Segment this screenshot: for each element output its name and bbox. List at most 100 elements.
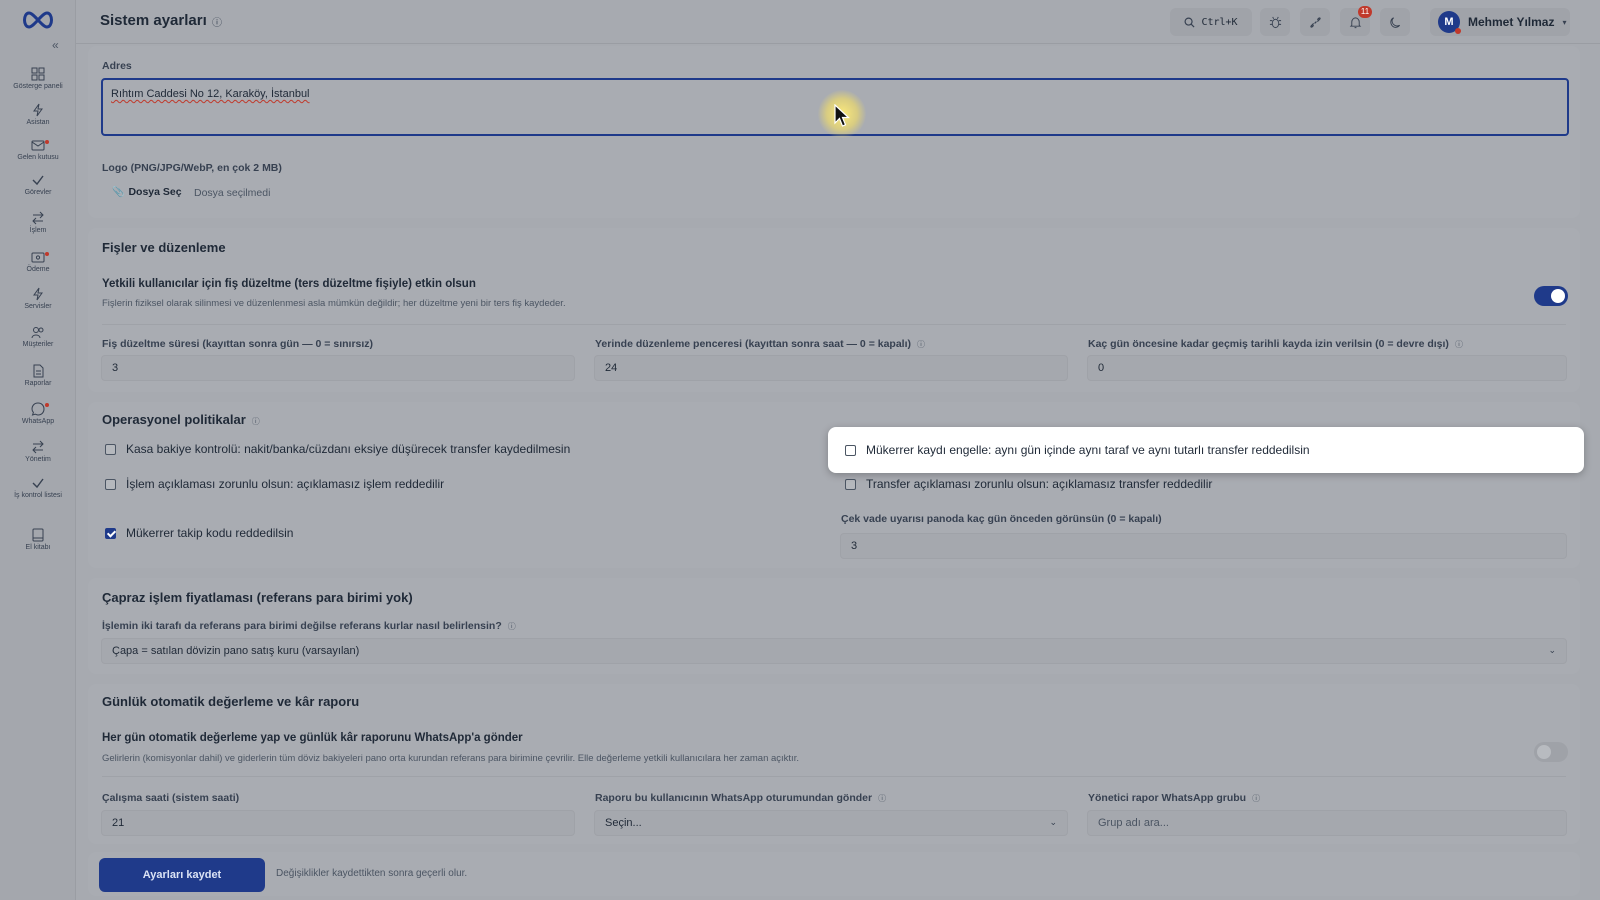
avatar: M [1438, 11, 1461, 34]
sidebar-item-transaction[interactable]: İşlem [0, 211, 76, 234]
receipt-correction-toggle[interactable] [1534, 286, 1568, 306]
infinity-logo-icon[interactable] [20, 10, 56, 30]
duplicate-tracking-check-row[interactable]: Mükerrer takip kodu reddedilsin [105, 526, 293, 540]
unread-dot [45, 140, 49, 144]
divider [102, 776, 1566, 777]
cross-pricing-select[interactable]: Çapa = satılan dövizin pano satış kuru (… [101, 638, 1567, 664]
edit-window-input[interactable]: 24 [594, 355, 1068, 381]
sidebar-item-management[interactable]: Yönetim [0, 440, 76, 463]
info-icon[interactable]: ⓘ [878, 794, 886, 803]
daily-report-toggle-title: Her gün otomatik değerleme yap ve günlük… [102, 732, 523, 744]
toggle-knob [1551, 289, 1565, 303]
cross-pricing-card: Çapraz işlem fiyatlaması (referans para … [88, 578, 1580, 674]
user-menu[interactable]: M Mehmet Yılmaz ▾ [1430, 8, 1570, 36]
correction-period-label: Fiş düzeltme süresi (kayıttan sonra gün … [102, 338, 374, 350]
receipts-card: Fişler ve düzenleme Yetkili kullanıcılar… [88, 228, 1580, 392]
debug-button[interactable] [1260, 8, 1290, 36]
transfer-note-checkbox[interactable] [845, 478, 856, 490]
sidebar-item-whatsapp[interactable]: WhatsApp [0, 402, 76, 425]
group-label-text: Yönetici rapor WhatsApp grubu [1088, 792, 1247, 804]
address-label: Adres [102, 60, 132, 72]
save-settings-button[interactable]: Ayarları kaydet [99, 858, 265, 892]
sidebar-item-reports[interactable]: Raporlar [0, 364, 76, 387]
group-search-input[interactable]: Grup adı ara... [1087, 810, 1567, 836]
sidebar-item-payment[interactable]: Ödeme [0, 250, 76, 273]
info-icon[interactable]: ⓘ [508, 622, 516, 631]
edit-window-value: 24 [605, 362, 618, 374]
notifications-button[interactable]: 11 [1340, 6, 1372, 36]
checkbox-label: Mükerrer kaydı engelle: aynı gün içinde … [866, 443, 1310, 457]
bolt-icon [33, 103, 43, 117]
cross-pricing-question: İşlemin iki tarafı da referans para biri… [102, 620, 516, 632]
status-dot [45, 252, 49, 256]
cheque-warning-input[interactable]: 3 [840, 533, 1567, 559]
run-hour-value: 21 [112, 817, 125, 829]
status-dot [45, 403, 49, 407]
users-icon [31, 327, 44, 339]
top-header: Sistem ayarları ⓘ Ctrl+K 11 M Mehmet Yıl… [76, 0, 1600, 44]
check-icon [32, 478, 44, 489]
sidebar-item-label: Yönetim [25, 456, 51, 463]
group-label: Yönetici rapor WhatsApp grubu ⓘ [1088, 792, 1260, 804]
sidebar-item-checklist[interactable]: İş kontrol listesi [0, 476, 76, 499]
sender-label-text: Raporu bu kullanıcının WhatsApp oturumun… [595, 792, 873, 804]
daily-report-description: Gelirlerin (komisyonlar dahil) ve giderl… [102, 753, 799, 764]
command-search-button[interactable]: Ctrl+K [1170, 8, 1252, 36]
cash-balance-check-row[interactable]: Kasa bakiye kontrolü: nakit/banka/cüzdan… [105, 442, 570, 456]
transaction-note-checkbox[interactable] [105, 478, 116, 490]
link-button[interactable] [1300, 8, 1330, 36]
transfer-note-check-row[interactable]: Transfer açıklaması zorunlu olsun: açıkl… [845, 477, 1212, 491]
sidebar-item-label: Asistan [26, 119, 50, 126]
grid-icon [31, 67, 45, 81]
duplicate-tracking-checkbox[interactable] [105, 527, 116, 539]
moon-icon [1389, 16, 1400, 28]
cheque-warning-value: 3 [851, 540, 858, 552]
cash-balance-checkbox[interactable] [105, 443, 116, 455]
info-icon[interactable]: ⓘ [1252, 794, 1260, 803]
section-title: Günlük otomatik değerleme ve kâr raporu [102, 694, 360, 709]
info-icon[interactable]: ⓘ [212, 14, 222, 29]
sidebar-item-assistant[interactable]: Asistan [0, 103, 76, 126]
sidebar-item-label: Gelen kutusu [17, 154, 59, 161]
sidebar-item-label: Ödeme [26, 266, 50, 273]
search-icon [1184, 17, 1195, 28]
sidebar-item-label: İş kontrol listesi [14, 492, 62, 499]
info-icon[interactable]: ⓘ [252, 417, 260, 426]
sidebar-item-services[interactable]: Servisler [0, 287, 76, 310]
checkbox-label: Mükerrer takip kodu reddedilsin [126, 526, 294, 540]
run-hour-input[interactable]: 21 [101, 810, 575, 836]
backdate-value: 0 [1098, 362, 1105, 374]
backdate-input[interactable]: 0 [1087, 355, 1567, 381]
theme-toggle-button[interactable] [1380, 8, 1410, 36]
info-icon[interactable]: ⓘ [917, 340, 925, 349]
bug-icon [1269, 16, 1281, 28]
daily-report-toggle[interactable] [1534, 742, 1568, 762]
sidebar-item-handbook[interactable]: El kitabı [0, 528, 76, 551]
sidebar-item-dashboard[interactable]: Gösterge paneli [0, 67, 76, 90]
sidebar-item-tasks[interactable]: Görevler [0, 173, 76, 196]
sender-select[interactable]: Seçin... ⌄ [594, 810, 1068, 836]
link-icon [1309, 16, 1321, 28]
edit-window-label: Yerinde düzenleme penceresi (kayıttan so… [595, 338, 925, 350]
cross-pricing-selected: Çapa = satılan dövizin pano satış kuru (… [112, 645, 360, 657]
duplicate-record-check-row[interactable]: Mükerrer kaydı engelle: aynı gün içinde … [845, 443, 1310, 457]
backdate-label-text: Kaç gün öncesine kadar geçmiş tarihli ka… [1088, 338, 1449, 350]
address-value: Rıhtım Caddesi No 12, Karaköy, İstanbul [111, 88, 310, 100]
avatar-initial: M [1444, 16, 1454, 28]
cheque-warning-label: Çek vade uyarısı panoda kaç gün önceden … [841, 513, 1162, 525]
transaction-note-check-row[interactable]: İşlem açıklaması zorunlu olsun: açıklama… [105, 477, 444, 491]
sidebar-item-label: Görevler [24, 189, 52, 196]
correction-period-input[interactable]: 3 [101, 355, 575, 381]
save-bar: Ayarları kaydet Değişiklikler kaydettikt… [88, 852, 1580, 896]
sidebar-item-label: WhatsApp [21, 418, 55, 425]
chevron-down-icon: ⌄ [1548, 645, 1556, 655]
info-icon[interactable]: ⓘ [1455, 340, 1463, 349]
section-title: Operasyonel politikalar ⓘ [102, 412, 260, 427]
sidebar-item-inbox[interactable]: Gelen kutusu [0, 138, 76, 161]
bolt-icon [33, 287, 43, 301]
collapse-sidebar-icon[interactable]: « [52, 38, 59, 52]
duplicate-record-checkbox[interactable] [845, 444, 856, 456]
sidebar-item-customers[interactable]: Müşteriler [0, 325, 76, 348]
choose-file-button[interactable]: 📎 Dosya Seç [112, 186, 182, 198]
run-hour-label: Çalışma saati (sistem saati) [102, 792, 240, 804]
